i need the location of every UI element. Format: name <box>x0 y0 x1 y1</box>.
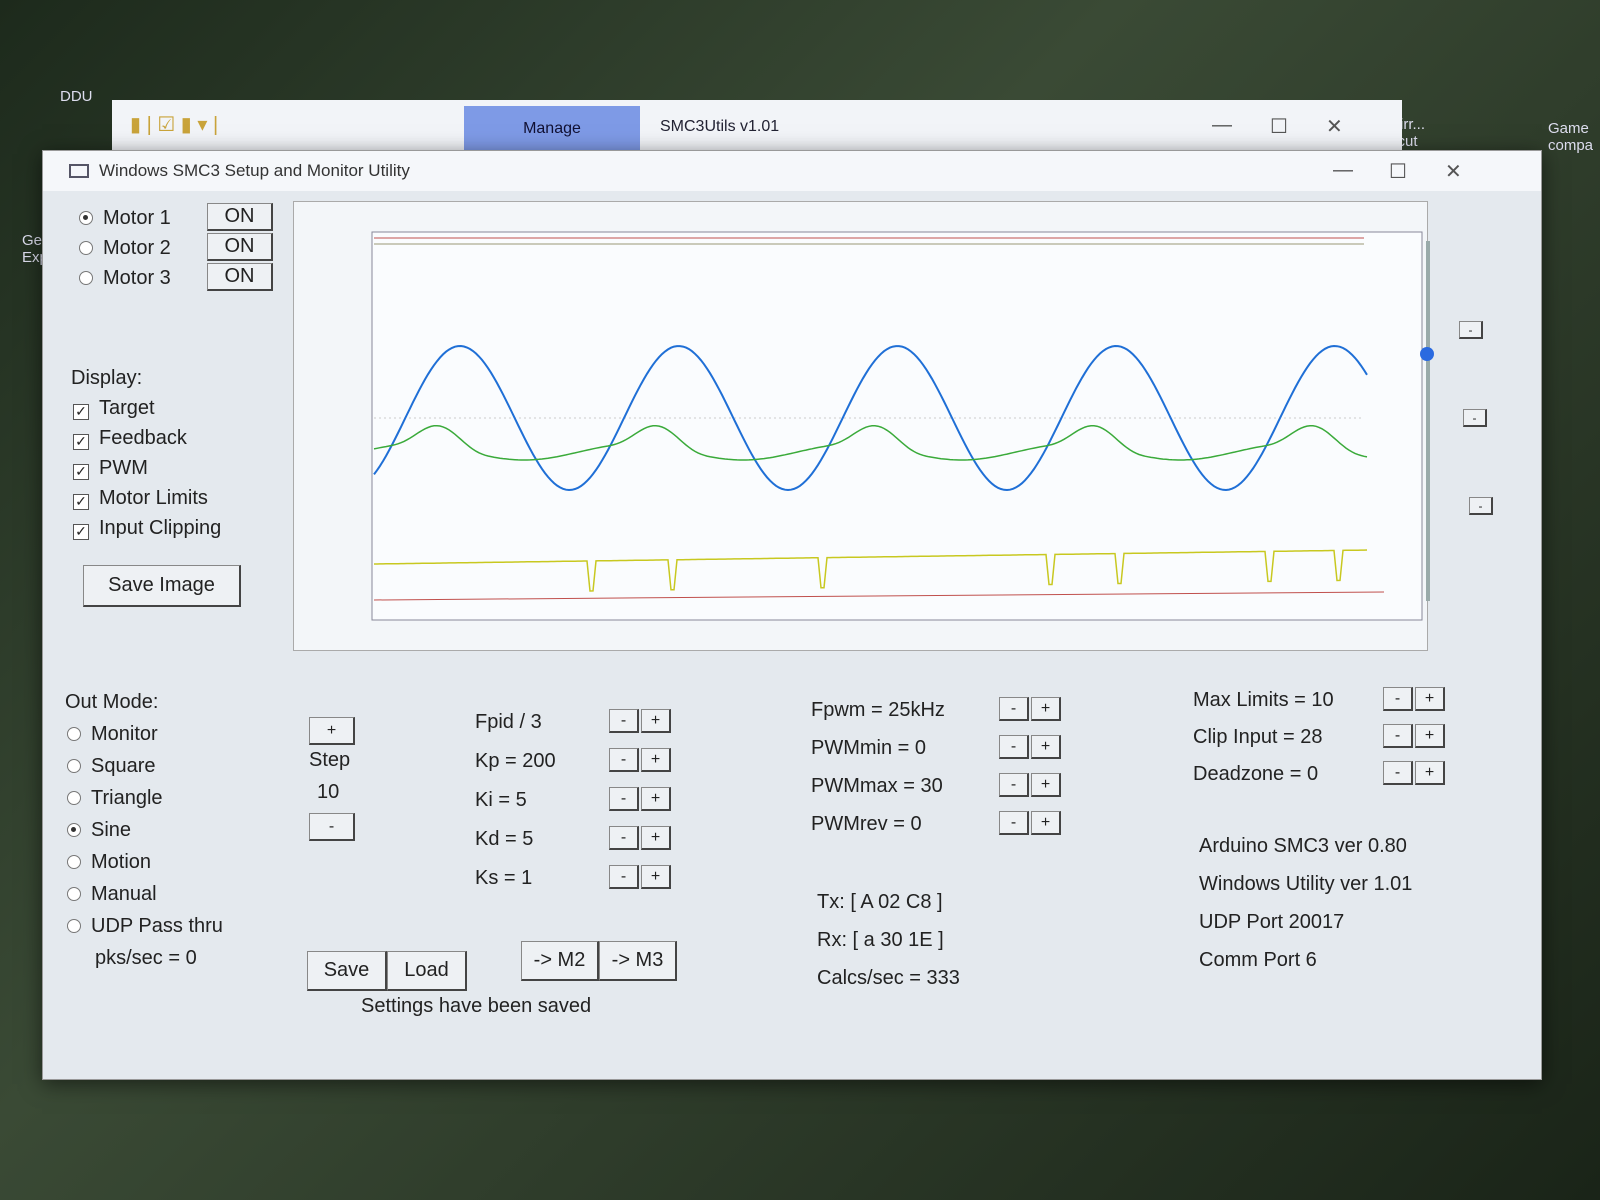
load-button[interactable]: Load <box>387 951 467 991</box>
tab-manage[interactable]: Manage <box>464 106 640 152</box>
tx-readout: Tx: [ A 02 C8 ] <box>817 891 943 913</box>
pwm-1-label: PWMmin = 0 <box>811 737 927 759</box>
close-icon[interactable]: ✕ <box>1445 159 1462 184</box>
pwm-2-plus-button[interactable]: + <box>1031 773 1061 797</box>
motor-3-radio[interactable]: Motor 3 <box>79 267 171 290</box>
udp-port: UDP Port 20017 <box>1199 911 1345 933</box>
calcs-per-sec: Calcs/sec = 333 <box>817 967 960 989</box>
motor-1-radio[interactable]: Motor 1 <box>79 207 171 230</box>
pwm-3-plus-button[interactable]: + <box>1031 811 1061 835</box>
maximize-icon[interactable]: ☐ <box>1270 114 1288 139</box>
display-pwm-checkbox[interactable]: ✓ PWM <box>73 457 148 480</box>
limits-2-plus-button[interactable]: + <box>1415 761 1445 785</box>
motor-2-on-button[interactable]: ON <box>207 233 273 261</box>
title-bar: Windows SMC3 Setup and Monitor Utility —… <box>43 151 1541 191</box>
out-mode-heading: Out Mode: <box>65 691 159 713</box>
save-button[interactable]: Save <box>307 951 387 991</box>
pwm-2-minus-button[interactable]: - <box>999 773 1029 797</box>
step-label: Step <box>309 749 351 771</box>
pid-0-plus-button[interactable]: + <box>641 709 671 733</box>
out-mode-monitor-radio[interactable]: Monitor <box>67 723 158 746</box>
zoom-minus-2[interactable]: - <box>1463 409 1487 427</box>
desktop-icon-ddu[interactable]: DDU <box>60 88 93 105</box>
pwm-1-minus-button[interactable]: - <box>999 735 1029 759</box>
pwm-3-minus-button[interactable]: - <box>999 811 1029 835</box>
smc3-window: Windows SMC3 Setup and Monitor Utility —… <box>42 150 1542 1080</box>
display-motor-limits-checkbox[interactable]: ✓ Motor Limits <box>73 487 208 510</box>
limits-0-label: Max Limits = 10 <box>1193 689 1334 711</box>
pwm-0-label: Fpwm = 25kHz <box>811 699 945 721</box>
display-heading: Display: <box>71 367 143 389</box>
pwm-0-plus-button[interactable]: + <box>1031 697 1061 721</box>
pid-1-label: Kp = 200 <box>475 750 556 772</box>
arduino-version: Arduino SMC3 ver 0.80 <box>1199 835 1407 857</box>
out-mode-square-radio[interactable]: Square <box>67 755 156 778</box>
plot-area <box>293 201 1428 651</box>
step-plus-button[interactable]: + <box>309 717 355 745</box>
out-mode-udp-pass-thru-radio[interactable]: UDP Pass thru <box>67 915 223 938</box>
pwm-0-minus-button[interactable]: - <box>999 697 1029 721</box>
pid-3-label: Kd = 5 <box>475 828 534 850</box>
display-target-checkbox[interactable]: ✓ Target <box>73 397 155 420</box>
utility-version: Windows Utility ver 1.01 <box>1199 873 1413 895</box>
pid-0-minus-button[interactable]: - <box>609 709 639 733</box>
zoom-minus-3[interactable]: - <box>1469 497 1493 515</box>
pid-2-plus-button[interactable]: + <box>641 787 671 811</box>
close-icon[interactable]: ✕ <box>1326 114 1343 139</box>
copy-to-m3-button[interactable]: -> M3 <box>599 941 677 981</box>
pid-4-minus-button[interactable]: - <box>609 865 639 889</box>
save-image-button[interactable]: Save Image <box>83 565 241 607</box>
out-mode-sine-radio[interactable]: Sine <box>67 819 131 842</box>
scale-slider[interactable] <box>1426 241 1430 601</box>
limits-1-label: Clip Input = 28 <box>1193 726 1323 748</box>
minimize-icon[interactable]: — <box>1333 159 1353 182</box>
display-input-clipping-checkbox[interactable]: ✓ Input Clipping <box>73 517 221 540</box>
limits-2-label: Deadzone = 0 <box>1193 763 1319 785</box>
pid-4-plus-button[interactable]: + <box>641 865 671 889</box>
limits-2-minus-button[interactable]: - <box>1383 761 1413 785</box>
maximize-icon[interactable]: ☐ <box>1389 159 1407 184</box>
pwm-3-label: PWMrev = 0 <box>811 813 922 835</box>
motor-3-on-button[interactable]: ON <box>207 263 273 291</box>
pid-1-minus-button[interactable]: - <box>609 748 639 772</box>
pwm-2-label: PWMmax = 30 <box>811 775 943 797</box>
out-mode-motion-radio[interactable]: Motion <box>67 851 151 874</box>
status-message: Settings have been saved <box>361 995 592 1017</box>
motor-1-on-button[interactable]: ON <box>207 203 273 231</box>
copy-to-m2-button[interactable]: -> M2 <box>521 941 599 981</box>
pks-per-sec: pks/sec = 0 <box>95 947 197 969</box>
pid-0-label: Fpid / 3 <box>475 711 542 733</box>
minimize-icon[interactable]: — <box>1212 114 1232 137</box>
limits-0-plus-button[interactable]: + <box>1415 687 1445 711</box>
pid-2-label: Ki = 5 <box>475 789 527 811</box>
pid-3-plus-button[interactable]: + <box>641 826 671 850</box>
slider-thumb[interactable] <box>1420 347 1434 361</box>
explorer-title: SMC3Utils v1.01 <box>660 118 780 135</box>
rx-readout: Rx: [ a 30 1E ] <box>817 929 944 951</box>
zoom-minus-1[interactable]: - <box>1459 321 1483 339</box>
motor-2-radio[interactable]: Motor 2 <box>79 237 171 260</box>
limits-1-minus-button[interactable]: - <box>1383 724 1413 748</box>
pid-3-minus-button[interactable]: - <box>609 826 639 850</box>
step-value: 10 <box>317 781 340 803</box>
explorer-window: ▮ | ☑ ▮ ▾ | Manage SMC3Utils v1.01 — ☐ ✕ <box>112 100 1402 156</box>
out-mode-manual-radio[interactable]: Manual <box>67 883 157 906</box>
limits-1-plus-button[interactable]: + <box>1415 724 1445 748</box>
pid-4-label: Ks = 1 <box>475 867 533 889</box>
waveform-plot <box>371 231 1423 621</box>
window-title: Windows SMC3 Setup and Monitor Utility <box>99 161 410 180</box>
limits-0-minus-button[interactable]: - <box>1383 687 1413 711</box>
pid-2-minus-button[interactable]: - <box>609 787 639 811</box>
display-feedback-checkbox[interactable]: ✓ Feedback <box>73 427 187 450</box>
quick-access-icons[interactable]: ▮ | ☑ ▮ ▾ | <box>130 112 218 137</box>
pwm-1-plus-button[interactable]: + <box>1031 735 1061 759</box>
comm-port: Comm Port 6 <box>1199 949 1317 971</box>
pid-1-plus-button[interactable]: + <box>641 748 671 772</box>
app-icon <box>69 164 89 178</box>
desktop-icon-game[interactable]: Game compa <box>1548 120 1598 154</box>
out-mode-triangle-radio[interactable]: Triangle <box>67 787 163 810</box>
step-minus-button[interactable]: - <box>309 813 355 841</box>
